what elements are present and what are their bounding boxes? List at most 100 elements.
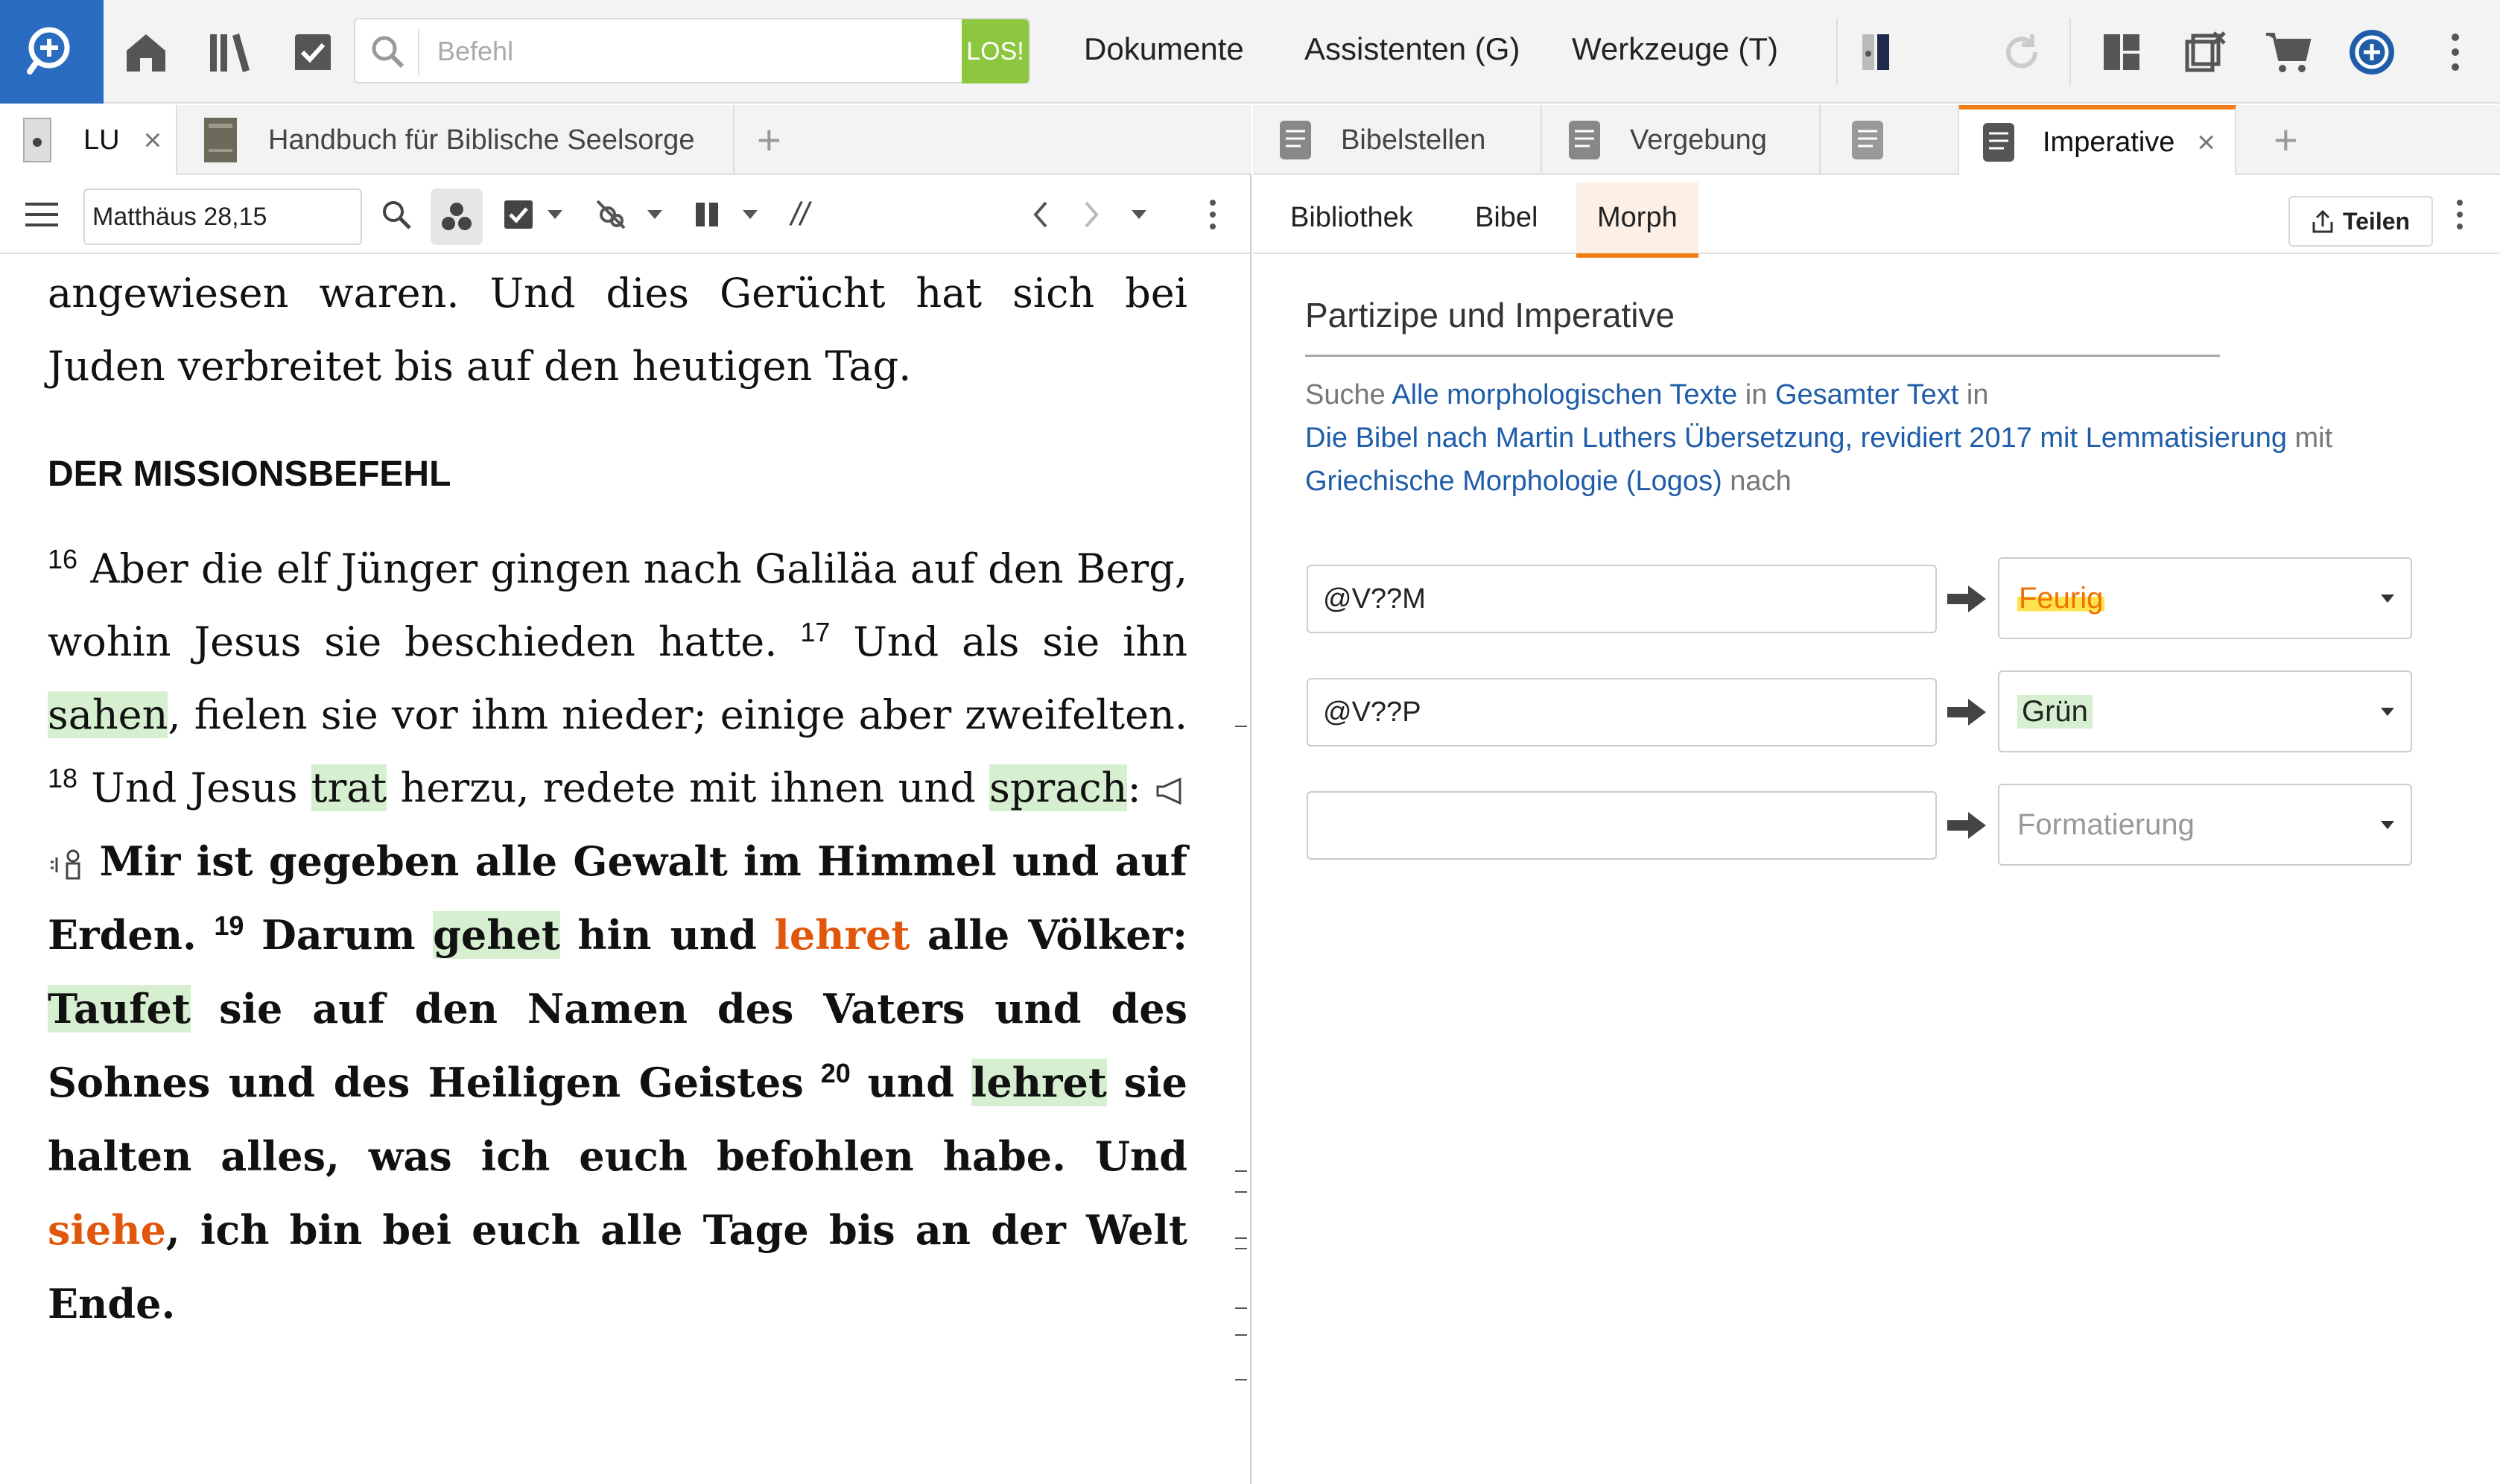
add-tab-button[interactable]: + — [2274, 115, 2298, 164]
tab-label: Bibelstellen — [1341, 124, 1486, 156]
menu-guides[interactable]: Assistenten (G) — [1304, 31, 1520, 67]
highlighted-word[interactable]: gehet — [433, 911, 560, 959]
desc-text: Suche — [1305, 379, 1386, 410]
link-bible-version[interactable]: Die Bibel nach Martin Luthers Übersetzun… — [1305, 422, 2287, 454]
verse-text: Und Jesus — [91, 764, 298, 811]
tab-untitled[interactable] — [1821, 105, 1959, 175]
panel-more-icon[interactable] — [1198, 194, 1228, 235]
inline-links-icon[interactable] — [590, 194, 632, 235]
tab-label: LU — [83, 124, 120, 156]
layouts-icon[interactable] — [2092, 22, 2151, 82]
scroll-mark — [1235, 1379, 1247, 1380]
library-icon[interactable] — [200, 22, 259, 82]
verse-number[interactable]: 20 — [821, 1058, 851, 1088]
format-dropdown[interactable]: Formatierung — [1998, 784, 2412, 866]
panel-more-icon[interactable] — [2445, 194, 2475, 235]
tab-label: Imperative — [2043, 126, 2175, 158]
scroll-thumb[interactable] — [1235, 1170, 1247, 1193]
history-chevron-down-icon[interactable] — [1128, 194, 1150, 235]
tab-vergebung[interactable]: Vergebung — [1542, 105, 1821, 175]
verse-number[interactable]: 19 — [214, 910, 244, 941]
subtab-morph[interactable]: Morph — [1576, 183, 1698, 258]
search-icon[interactable] — [375, 194, 417, 235]
menu-documents[interactable]: Dokumente — [1084, 31, 1244, 67]
format-dropdown[interactable]: Feurig — [1998, 557, 2412, 639]
chevron-down-icon[interactable] — [739, 194, 761, 235]
search-description: Suche Alle morphologischen Texte in Gesa… — [1305, 373, 2437, 503]
go-button[interactable]: LOS! — [962, 19, 1029, 83]
search-icon — [372, 36, 404, 69]
verse-number[interactable]: 18 — [48, 763, 77, 793]
logos-logo-button[interactable] — [0, 0, 104, 104]
section-heading: DER MISSIONSBEFEHL — [48, 454, 451, 494]
verse-text: : — [1127, 764, 1141, 811]
speaker-icon[interactable] — [48, 847, 85, 883]
cart-icon[interactable] — [2259, 22, 2318, 82]
scroll-mark — [1235, 726, 1247, 727]
tab-lu[interactable]: LU × — [0, 105, 177, 175]
words-of-jesus: alle Völker: — [927, 911, 1188, 959]
tab-bibelstellen[interactable]: Bibelstellen — [1253, 105, 1542, 175]
verse-number[interactable]: 17 — [800, 617, 830, 647]
resource-thumb-icon[interactable] — [1846, 22, 1906, 82]
link-whole-text[interactable]: Gesamter Text — [1775, 379, 1958, 410]
highlighted-word[interactable]: Taufet — [48, 985, 191, 1033]
chevron-down-icon[interactable] — [544, 194, 566, 235]
close-windows-icon[interactable] — [2175, 22, 2235, 82]
highlighted-word[interactable]: lehret — [971, 1059, 1107, 1106]
command-input[interactable] — [437, 27, 921, 76]
subtab-bibliothek[interactable]: Bibliothek — [1290, 202, 1413, 234]
imperative-word[interactable]: siehe — [48, 1206, 166, 1254]
arrow-right-icon — [1947, 699, 1986, 726]
chevron-down-icon[interactable] — [644, 194, 666, 235]
panel-menu-icon[interactable] — [21, 194, 63, 235]
rule-query-input[interactable]: @V??M — [1307, 565, 1937, 633]
tasks-check-icon[interactable] — [498, 194, 539, 235]
link-morphology[interactable]: Griechische Morphologie (Logos) — [1305, 466, 1722, 497]
format-dropdown[interactable]: Grün — [1998, 670, 2412, 752]
columns-icon[interactable] — [687, 194, 729, 235]
highlighted-word[interactable]: sahen — [48, 691, 168, 738]
search-subtabs: Bibliothek Bibel Morph Teilen — [1253, 175, 2500, 258]
highlighted-word[interactable]: sprach — [989, 764, 1128, 811]
account-icon[interactable] — [2342, 22, 2402, 82]
add-tab-button[interactable]: + — [757, 115, 781, 164]
more-menu-icon[interactable] — [2426, 22, 2485, 82]
words-of-jesus: Darum — [261, 911, 416, 959]
book-cover-icon — [204, 118, 237, 162]
separator — [2069, 18, 2071, 85]
rule-query-input[interactable]: @V??P — [1307, 678, 1937, 746]
reference-box[interactable]: Matthäus 28,15 — [83, 188, 362, 245]
tab-imperative[interactable]: Imperative × — [1959, 105, 2236, 175]
menu-tools[interactable]: Werkzeuge (T) — [1572, 31, 1778, 67]
visual-filter-icon[interactable] — [431, 188, 483, 245]
command-box: LOS! — [354, 18, 1030, 83]
highlighted-word[interactable]: trat — [311, 764, 387, 811]
share-label: Teilen — [2342, 207, 2411, 235]
bible-panel: LU × Handbuch für Biblische Seelsorge + … — [0, 105, 1251, 1484]
subtab-bibel[interactable]: Bibel — [1475, 202, 1538, 234]
desc-text: nach — [1730, 466, 1792, 497]
link-all-morph-texts[interactable]: Alle morphologischen Texte — [1392, 379, 1737, 410]
rule-query-input[interactable] — [1307, 791, 1937, 860]
tab-handbuch[interactable]: Handbuch für Biblische Seelsorge — [177, 105, 735, 175]
close-tab-icon[interactable]: × — [2197, 124, 2215, 160]
chevron-down-icon — [2381, 821, 2394, 829]
format-value: Grün — [2017, 694, 2093, 729]
share-button[interactable]: Teilen — [2288, 196, 2433, 247]
verse-text: , fielen sie vor ihm nieder; einige aber… — [168, 691, 1187, 738]
right-tab-strip: Bibelstellen Vergebung Imperative × + — [1253, 105, 2500, 175]
tasks-icon[interactable] — [283, 22, 343, 82]
verse-number[interactable]: 16 — [48, 544, 77, 574]
megaphone-icon[interactable] — [1155, 776, 1187, 806]
close-tab-icon[interactable]: × — [144, 122, 162, 158]
forward-chevron-icon[interactable] — [1071, 194, 1113, 235]
home-icon[interactable] — [116, 22, 176, 82]
sync-icon[interactable] — [1992, 22, 2052, 82]
parallel-resources-button[interactable]: // — [779, 194, 821, 235]
scroll-mark — [1235, 1237, 1247, 1239]
imperative-word[interactable]: lehret — [774, 911, 910, 959]
left-tab-strip: LU × Handbuch für Biblische Seelsorge + — [0, 105, 1251, 175]
back-chevron-icon[interactable] — [1019, 194, 1061, 235]
title-underline — [1305, 355, 2220, 357]
